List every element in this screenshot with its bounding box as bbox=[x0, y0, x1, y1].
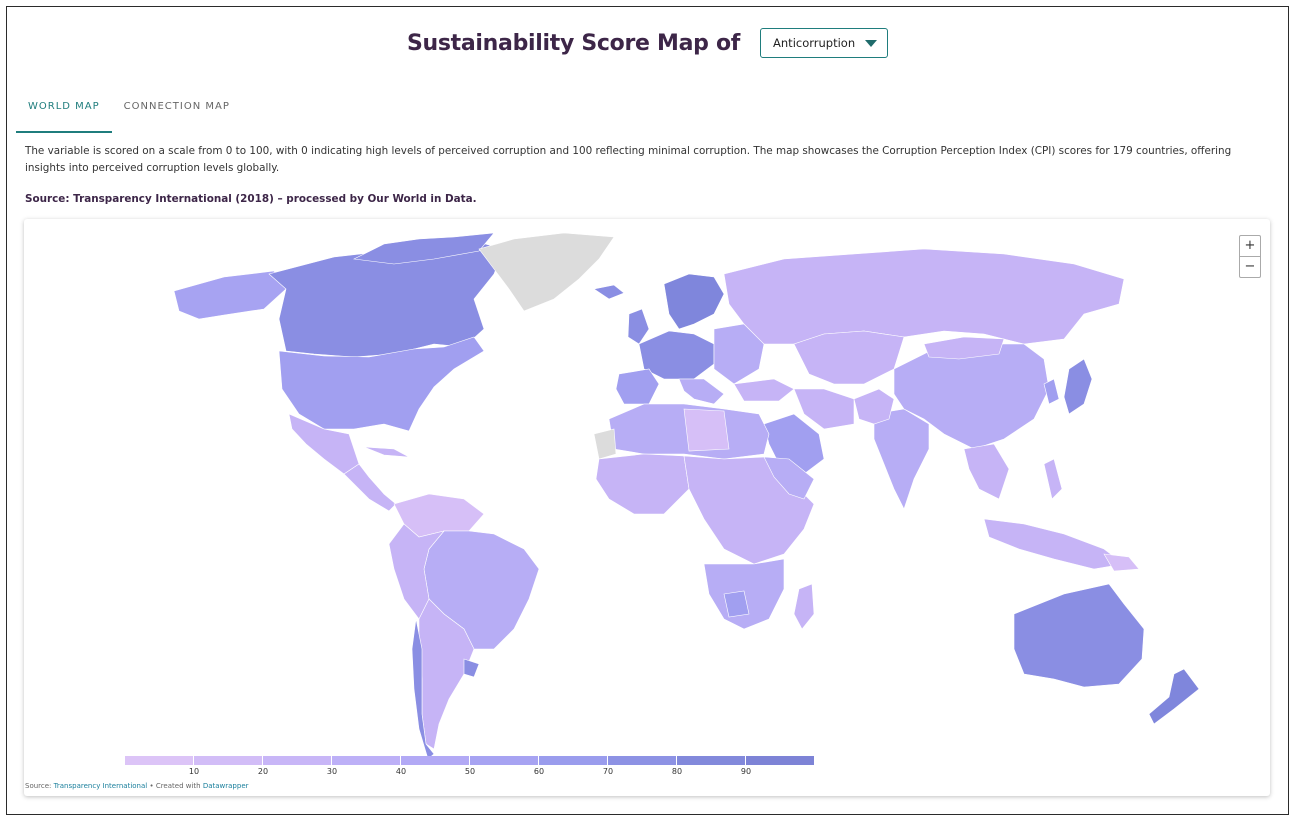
country-papua-new-guinea[interactable] bbox=[1103, 553, 1140, 572]
country-libya[interactable] bbox=[683, 408, 730, 452]
country-russia[interactable] bbox=[723, 248, 1125, 345]
country-korea[interactable] bbox=[1043, 378, 1060, 405]
country-southeast-asia[interactable] bbox=[963, 443, 1010, 500]
legend-tick-label: 30 bbox=[326, 767, 338, 776]
country-iceland[interactable] bbox=[593, 284, 625, 300]
legend-tick-label: 50 bbox=[464, 767, 476, 776]
country-western-sahara[interactable] bbox=[593, 428, 617, 460]
country-uruguay[interactable] bbox=[463, 658, 480, 678]
credit-middle: • Created with bbox=[147, 782, 203, 790]
country-scandinavia[interactable] bbox=[663, 273, 725, 330]
legend-ticks: 10 20 30 40 50 60 70 80 90 bbox=[125, 765, 815, 777]
country-west-africa[interactable] bbox=[595, 453, 690, 515]
map-credit: Source: Transparency International • Cre… bbox=[25, 782, 249, 790]
map-description: The variable is scored on a scale from 0… bbox=[25, 145, 1232, 174]
legend-tick-label: 20 bbox=[257, 767, 269, 776]
legend-swatch bbox=[677, 756, 746, 765]
header: Sustainability Score Map of Anticorrupti… bbox=[7, 23, 1288, 63]
country-japan[interactable] bbox=[1063, 358, 1093, 415]
legend-swatch bbox=[746, 756, 815, 765]
tab-connection-map[interactable]: CONNECTION MAP bbox=[112, 91, 242, 131]
source-line: Source: Transparency International (2018… bbox=[25, 193, 477, 205]
legend-swatch bbox=[194, 756, 263, 765]
page-title: Sustainability Score Map of bbox=[406, 30, 741, 56]
legend-tick-label: 40 bbox=[395, 767, 407, 776]
country-greenland[interactable] bbox=[478, 232, 615, 312]
variable-select-value: Anticorruption bbox=[773, 36, 856, 50]
legend-swatch bbox=[401, 756, 470, 765]
country-new-zealand[interactable] bbox=[1148, 668, 1200, 725]
credit-prefix: Source: bbox=[25, 782, 54, 790]
legend-swatch bbox=[125, 756, 194, 765]
chevron-down-icon bbox=[865, 39, 878, 47]
legend-tick-label: 60 bbox=[533, 767, 545, 776]
country-iberia[interactable] bbox=[615, 368, 660, 405]
variable-select[interactable]: Anticorruption bbox=[760, 28, 889, 58]
tab-bar: WORLD MAP CONNECTION MAP bbox=[16, 91, 242, 133]
page-frame: Sustainability Score Map of Anticorrupti… bbox=[6, 6, 1289, 815]
country-cuba[interactable] bbox=[363, 446, 410, 458]
country-central-asia[interactable] bbox=[793, 330, 905, 385]
tab-world-map[interactable]: WORLD MAP bbox=[16, 91, 112, 133]
zoom-controls: + − bbox=[1239, 235, 1261, 278]
map-panel[interactable]: + − 10 20 30 40 50 60 70 80 90 Source: Transpare… bbox=[24, 219, 1270, 796]
zoom-out-button[interactable]: − bbox=[1240, 256, 1260, 277]
country-australia[interactable] bbox=[1013, 583, 1145, 688]
legend-swatch bbox=[608, 756, 677, 765]
legend-swatch bbox=[332, 756, 401, 765]
zoom-in-button[interactable]: + bbox=[1240, 236, 1260, 256]
country-indonesia[interactable] bbox=[983, 518, 1125, 570]
legend-tick-label: 10 bbox=[188, 767, 200, 776]
datawrapper-link[interactable]: Datawrapper bbox=[203, 782, 249, 790]
world-map[interactable] bbox=[24, 219, 1270, 796]
legend-color-scale bbox=[125, 756, 815, 765]
legend-swatch bbox=[470, 756, 539, 765]
map-legend: 10 20 30 40 50 60 70 80 90 bbox=[125, 756, 815, 777]
country-india[interactable] bbox=[873, 408, 930, 510]
country-turkey[interactable] bbox=[733, 378, 795, 402]
legend-tick-label: 90 bbox=[740, 767, 752, 776]
country-pakistan-afg[interactable] bbox=[853, 388, 895, 425]
legend-tick-label: 70 bbox=[602, 767, 614, 776]
country-madagascar[interactable] bbox=[793, 583, 815, 630]
country-philippines[interactable] bbox=[1043, 458, 1063, 500]
country-italy-balkans[interactable] bbox=[678, 378, 725, 405]
legend-swatch bbox=[539, 756, 608, 765]
legend-swatch bbox=[263, 756, 332, 765]
country-alaska[interactable] bbox=[173, 270, 287, 320]
source-link[interactable]: Transparency International bbox=[54, 782, 148, 790]
country-uk[interactable] bbox=[627, 308, 650, 345]
legend-tick-label: 80 bbox=[671, 767, 683, 776]
country-central-america[interactable] bbox=[343, 463, 397, 512]
